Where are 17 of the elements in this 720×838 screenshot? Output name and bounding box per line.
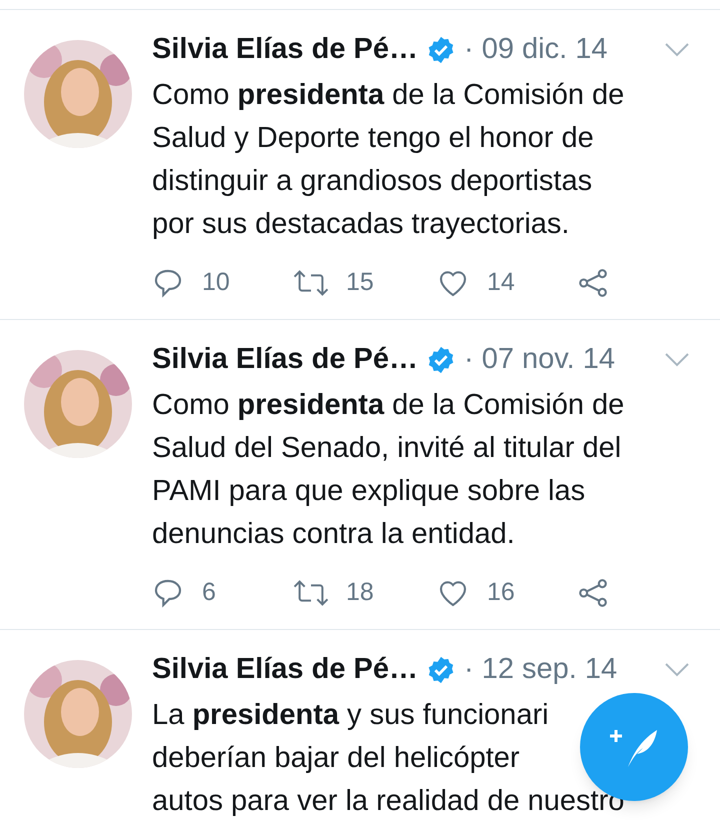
- tweet-text: Como presidenta de la Comisión de Salud y Deporte tengo el honor de distinguir a grandiosos deportistas por sus destacadas trayectorias.: [152, 78, 624, 242]
- tweet-date: · 12 sep. 14: [464, 652, 618, 688]
- author-name: Silvia Elías de Pé…: [152, 652, 418, 688]
- tweet-date: · 09 dic. 14: [464, 32, 608, 68]
- share-icon[interactable]: [577, 576, 609, 609]
- reply-count: 6: [202, 577, 216, 608]
- like-count: 16: [487, 577, 515, 608]
- retweet-count: 15: [346, 267, 374, 298]
- tweet-text: Como presidenta de la Comisión de Salud del Senado, invité al titular del PAMI para que explique sobre las denuncias contra la entidad.: [152, 388, 624, 552]
- author-name: Silvia Elías de Pé…: [152, 32, 418, 68]
- tweet-text: La presidenta y sus funcionari deberían bajar del helicópter autos para ver la realidad de nuestro: [152, 698, 624, 819]
- author-name: Silvia Elías de Pé…: [152, 342, 418, 378]
- retweet-count: 18: [346, 577, 374, 608]
- like-count: 14: [487, 267, 515, 298]
- share-icon[interactable]: [577, 266, 609, 299]
- reply-count: 10: [202, 267, 230, 298]
- tweet-date: · 07 nov. 14: [464, 342, 615, 378]
